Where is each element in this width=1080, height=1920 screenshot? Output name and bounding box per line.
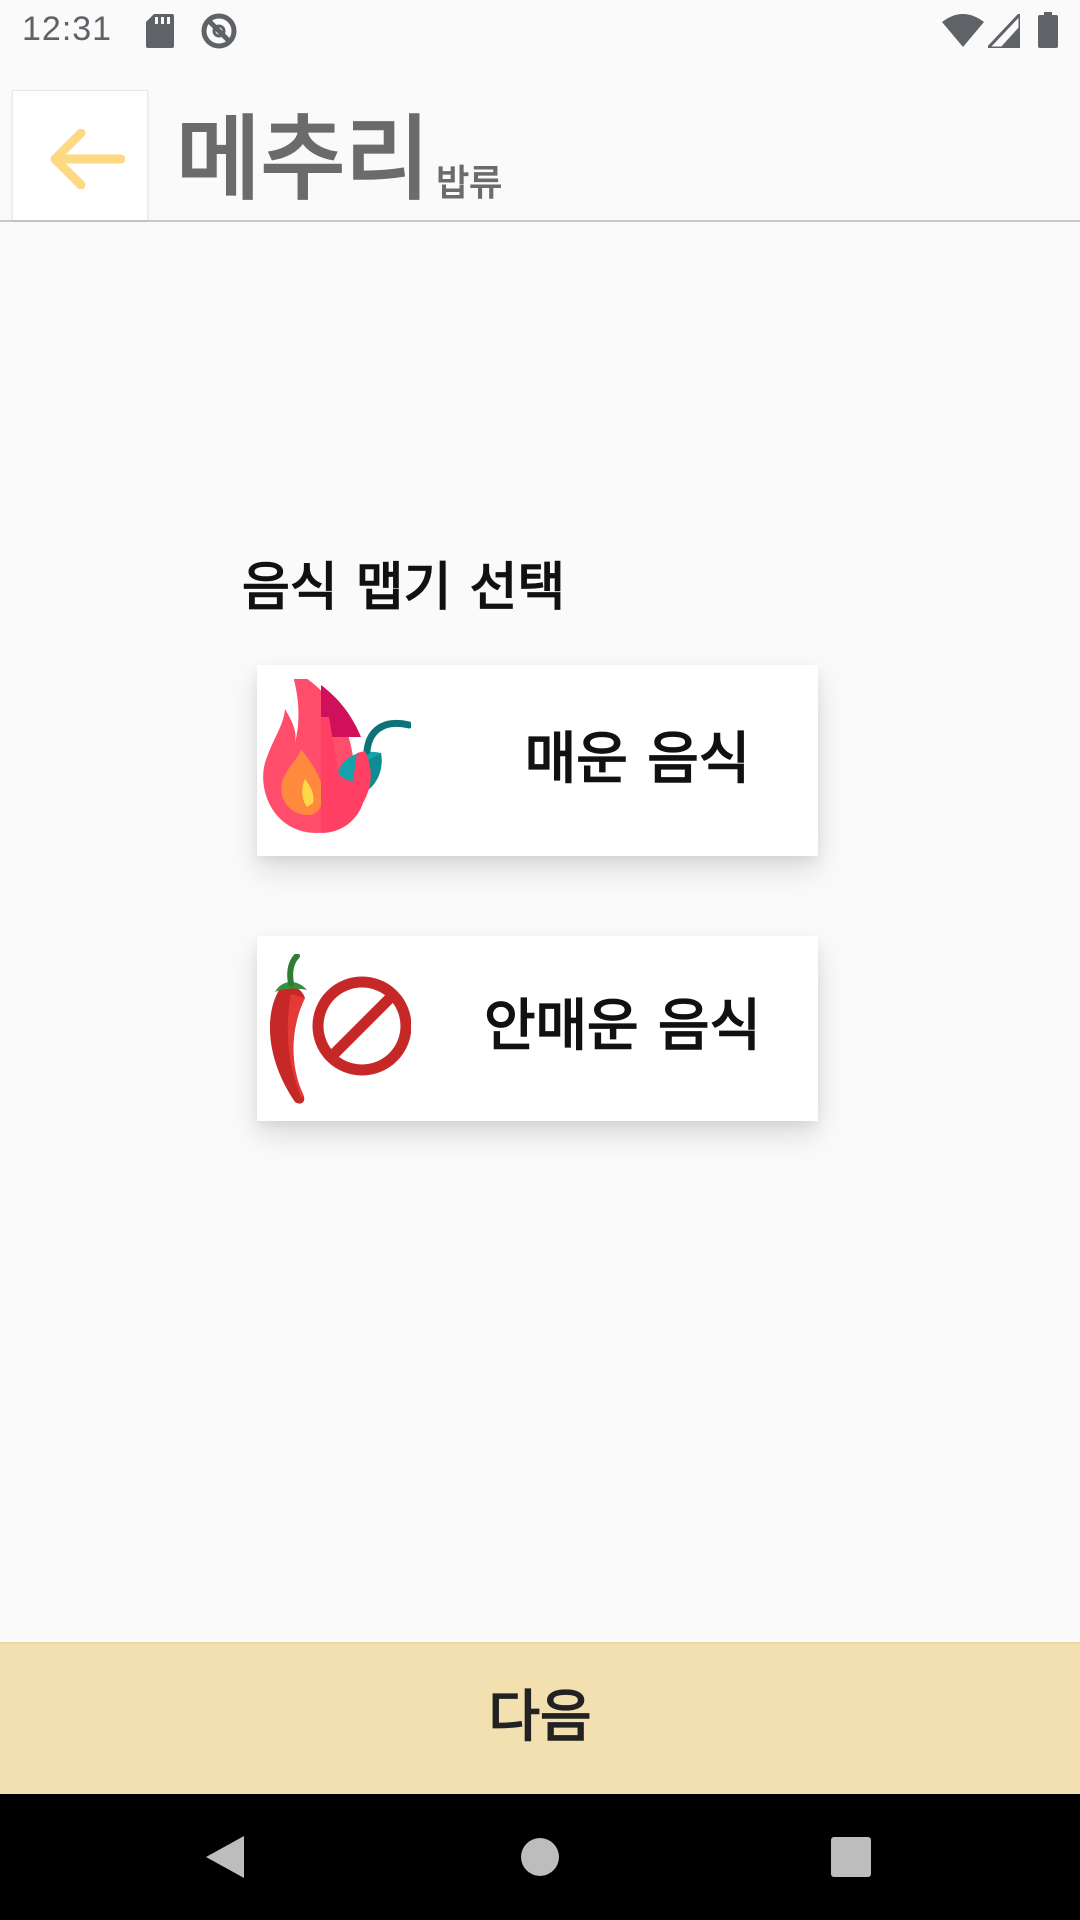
recents-square-icon[interactable]: [830, 1836, 872, 1882]
back-triangle-icon[interactable]: [204, 1834, 246, 1884]
home-circle-icon[interactable]: [519, 1836, 561, 1882]
no-chili-icon: [261, 953, 412, 1108]
do-not-disturb-icon: [200, 12, 238, 54]
status-time: 12:31: [22, 10, 113, 48]
page-subtitle: 밥류: [436, 163, 503, 204]
spicy-flame-pepper-icon: [261, 669, 413, 845]
wifi-icon: [942, 14, 984, 52]
navigation-bar: [0, 1794, 1080, 1920]
status-bar: 12:31: [0, 0, 1080, 64]
back-button[interactable]: [12, 90, 148, 220]
page-title: 메추리: [176, 106, 430, 213]
app-bar: 메추리 밥류: [0, 64, 1080, 222]
next-button[interactable]: 다음: [0, 1642, 1080, 1794]
sd-card-icon: [146, 14, 174, 52]
arrow-left-icon: [50, 129, 125, 189]
mild-food-option[interactable]: 안매운 음식: [257, 936, 818, 1121]
section-title: 음식 맵기 선택: [242, 558, 566, 618]
next-button-label: 다음: [488, 1685, 592, 1750]
cellular-signal-icon: [984, 10, 1022, 52]
spicy-food-label: 매운 음식: [524, 727, 751, 792]
mild-food-label: 안매운 음식: [483, 994, 762, 1059]
battery-icon: [1038, 12, 1058, 52]
spicy-food-option[interactable]: 매운 음식: [257, 665, 818, 856]
